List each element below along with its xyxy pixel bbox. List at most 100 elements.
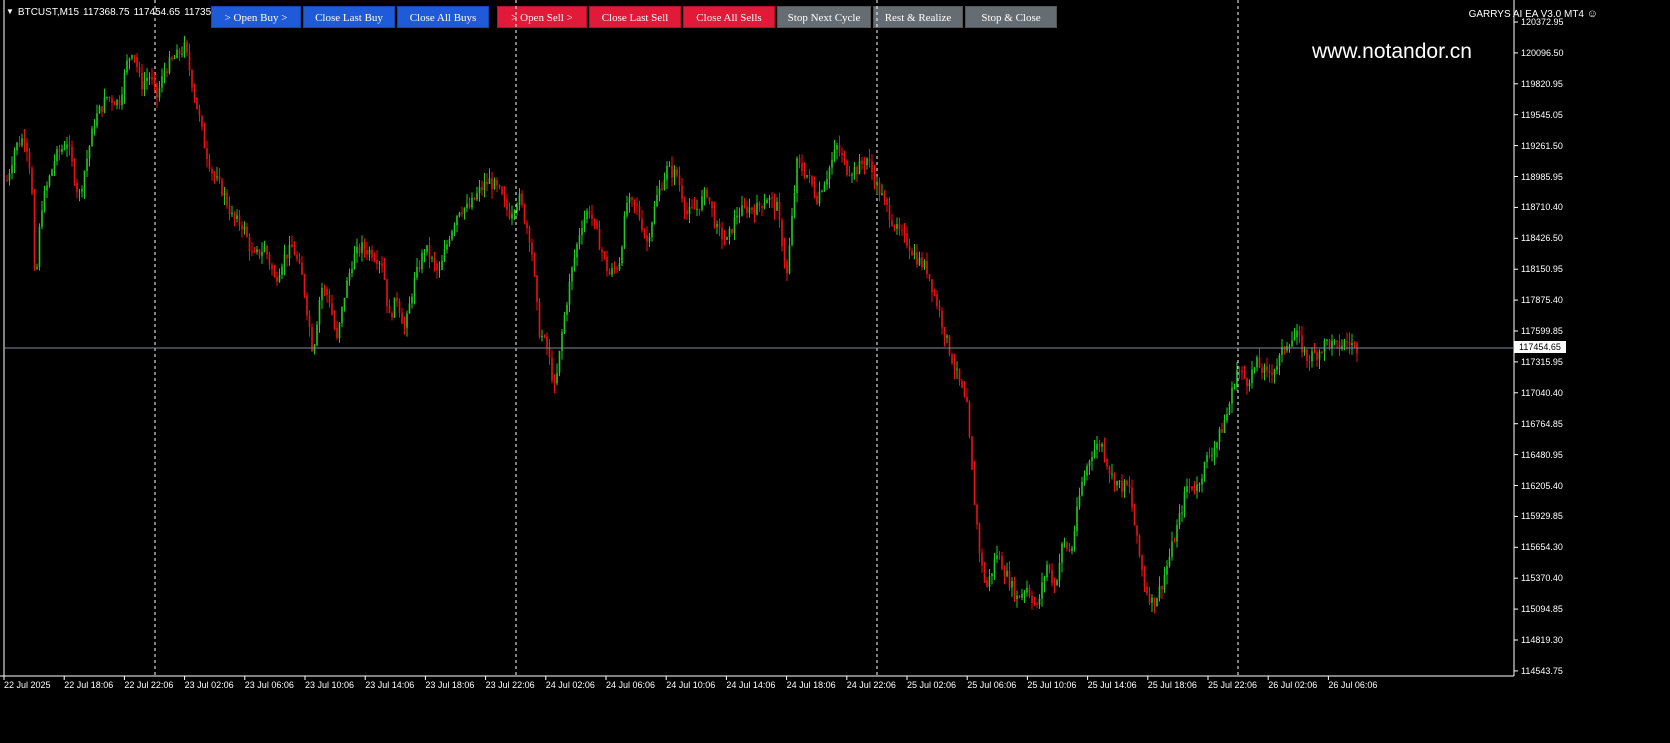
bear-candle bbox=[1328, 339, 1331, 348]
bull-candle bbox=[516, 205, 518, 212]
bear-candle bbox=[708, 197, 711, 202]
bear-candle bbox=[773, 198, 776, 211]
bull-candle bbox=[406, 313, 408, 328]
bull-candle bbox=[453, 225, 456, 232]
bear-candle bbox=[1121, 480, 1123, 492]
bear-candle bbox=[253, 251, 256, 253]
bull-candle bbox=[318, 299, 321, 325]
bull-candle bbox=[91, 128, 93, 147]
time-tick-label: 25 Jul 06:06 bbox=[967, 680, 1017, 690]
bear-candle bbox=[633, 199, 636, 205]
bull-candle bbox=[788, 245, 791, 274]
bull-candle bbox=[573, 257, 576, 268]
bull-candle bbox=[1278, 354, 1281, 366]
bear-candle bbox=[893, 225, 896, 229]
bull-candle bbox=[1056, 580, 1058, 586]
bull-candle bbox=[1293, 337, 1296, 341]
bull-candle bbox=[143, 80, 146, 90]
bull-candle bbox=[16, 142, 18, 151]
bear-candle bbox=[396, 297, 398, 301]
bull-candle bbox=[763, 203, 766, 208]
price-tick-label: 116764.85 bbox=[1521, 418, 1563, 429]
bull-candle bbox=[1323, 340, 1326, 352]
bull-candle bbox=[448, 239, 451, 245]
bull-candle bbox=[1151, 597, 1153, 603]
bull-candle bbox=[918, 257, 921, 265]
bear-candle bbox=[898, 224, 901, 230]
bear-candle bbox=[1191, 486, 1193, 490]
bear-candle bbox=[276, 276, 278, 282]
bear-candle bbox=[843, 155, 846, 161]
bull-candle bbox=[261, 252, 263, 256]
bear-candle bbox=[468, 203, 471, 208]
bull-candle bbox=[1296, 330, 1298, 338]
bull-candle bbox=[1206, 455, 1208, 462]
bear-candle bbox=[531, 242, 533, 255]
price-tick-label: 120372.95 bbox=[1521, 17, 1564, 27]
bear-candle bbox=[203, 126, 206, 149]
bear-candle bbox=[108, 96, 111, 99]
bear-candle bbox=[491, 178, 493, 190]
bear-candle bbox=[846, 160, 848, 175]
price-tick-label: 115929.85 bbox=[1521, 511, 1563, 522]
bull-candle bbox=[1078, 495, 1081, 507]
bear-candle bbox=[136, 56, 138, 68]
bear-candle bbox=[816, 195, 818, 204]
time-tick-label: 24 Jul 14:06 bbox=[726, 680, 776, 690]
bear-candle bbox=[33, 193, 36, 269]
bear-candle bbox=[928, 274, 931, 280]
bull-candle bbox=[1291, 340, 1293, 347]
time-tick-label: 22 Jul 22:06 bbox=[124, 680, 174, 690]
bear-candle bbox=[363, 242, 366, 250]
bull-candle bbox=[821, 191, 823, 193]
bull-candle bbox=[511, 213, 513, 219]
bull-candle bbox=[738, 215, 741, 217]
bear-candle bbox=[1106, 459, 1108, 467]
bear-candle bbox=[496, 180, 498, 186]
bear-candle bbox=[326, 288, 328, 295]
bear-candle bbox=[213, 173, 216, 178]
bear-candle bbox=[1103, 444, 1106, 460]
bull-candle bbox=[991, 573, 993, 577]
bull-candle bbox=[338, 323, 341, 339]
bull-candle bbox=[696, 208, 698, 210]
bear-candle bbox=[273, 269, 276, 277]
candlestick-chart[interactable] bbox=[0, 0, 1670, 743]
bull-candle bbox=[1021, 593, 1023, 598]
bear-candle bbox=[1143, 570, 1146, 587]
bear-candle bbox=[971, 436, 973, 470]
bull-candle bbox=[288, 244, 291, 259]
bear-candle bbox=[461, 212, 463, 214]
time-tick-label: 26 Jul 06:06 bbox=[1328, 680, 1378, 690]
bull-candle bbox=[423, 252, 426, 254]
bear-candle bbox=[1173, 541, 1176, 543]
bull-candle bbox=[173, 58, 176, 60]
bull-candle bbox=[483, 182, 486, 191]
bear-candle bbox=[293, 247, 296, 255]
time-tick-label: 23 Jul 22:06 bbox=[485, 680, 535, 690]
bear-candle bbox=[503, 194, 506, 200]
bear-candle bbox=[6, 180, 8, 182]
bear-candle bbox=[1243, 371, 1246, 379]
bull-candle bbox=[956, 368, 958, 370]
bear-candle bbox=[926, 261, 928, 275]
bull-candle bbox=[628, 197, 631, 203]
bull-candle bbox=[1303, 349, 1306, 353]
bull-candle bbox=[1111, 473, 1113, 475]
bear-candle bbox=[751, 207, 753, 211]
bull-candle bbox=[1061, 543, 1063, 563]
bull-candle bbox=[353, 253, 356, 269]
bull-candle bbox=[316, 324, 318, 346]
bull-candle bbox=[728, 228, 731, 237]
bear-candle bbox=[686, 210, 688, 215]
bull-candle bbox=[996, 555, 998, 560]
bear-candle bbox=[1018, 595, 1021, 598]
chart-window[interactable]: ▼ BTCUST,M15 117368.75 117454.65 117354.… bbox=[0, 0, 1670, 743]
bear-candle bbox=[1036, 603, 1038, 605]
bull-candle bbox=[866, 158, 868, 166]
bull-candle bbox=[1081, 481, 1083, 496]
bear-candle bbox=[1316, 352, 1318, 360]
bull-candle bbox=[656, 195, 658, 207]
bull-candle bbox=[586, 210, 588, 219]
bear-candle bbox=[1268, 370, 1271, 374]
